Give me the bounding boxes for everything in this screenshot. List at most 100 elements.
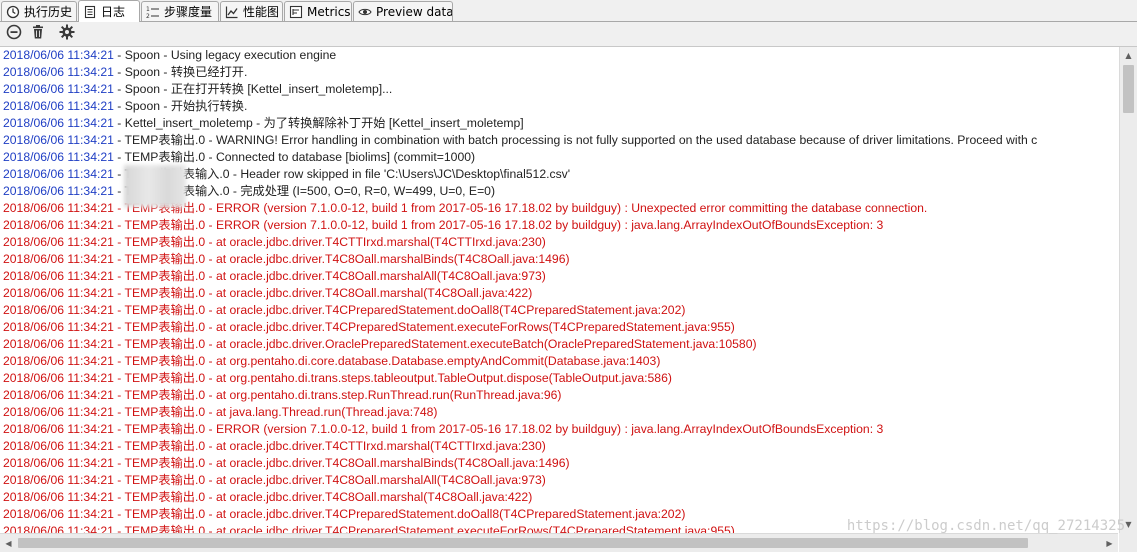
log-line: 2018/06/06 11:34:21 - TEMP表输出.0 - at ora… xyxy=(0,438,1118,455)
log-icon xyxy=(83,5,97,19)
log-line: 2018/06/06 11:34:21 - TEMP表输出.0 - at ora… xyxy=(0,336,1118,353)
log-timestamp: 2018/06/06 11:34:21 xyxy=(3,320,114,334)
horizontal-scrollbar[interactable]: ◀ ▶ xyxy=(0,533,1118,552)
tab-label: 日志 xyxy=(101,5,126,19)
log-timestamp: 2018/06/06 11:34:21 xyxy=(3,252,114,266)
log-line: 2018/06/06 11:34:21 - TEMP表输出.0 - WARNIN… xyxy=(0,132,1118,149)
log-settings-button[interactable] xyxy=(57,24,77,44)
log-line: 2018/06/06 11:34:21 - TEMP表输出.0 - ERROR … xyxy=(0,421,1118,438)
log-message: - Spoon - Using legacy execution engine xyxy=(113,48,337,62)
log-message: - TEMP表输出.0 - at oracle.jdbc.driver.T4CT… xyxy=(113,439,546,453)
vertical-scrollbar[interactable]: ▲ ▼ xyxy=(1119,47,1137,533)
log-timestamp: 2018/06/06 11:34:21 xyxy=(3,405,114,419)
gear-icon xyxy=(59,24,75,44)
log-line: 2018/06/06 11:34:21 - TEMP表输出.0 - Connec… xyxy=(0,149,1118,166)
log-message: - TEMP表输出.0 - at oracle.jdbc.driver.T4CT… xyxy=(113,235,546,249)
log-timestamp: 2018/06/06 11:34:21 xyxy=(3,354,114,368)
step-metrics-icon: 12 xyxy=(146,5,160,19)
log-message: - TEMP表输出.0 - Connected to database [bio… xyxy=(113,150,476,164)
log-line: 2018/06/06 11:34:21 - TEMP表输出.0 - at ora… xyxy=(0,285,1118,302)
log-timestamp: 2018/06/06 11:34:21 xyxy=(3,286,114,300)
log-message: - TEMP表输出.0 - at java.lang.Thread.run(Th… xyxy=(113,405,438,419)
tab-label: Metrics xyxy=(307,4,351,19)
log-line: 2018/06/06 11:34:21 - TEMP表输出.0 - at ora… xyxy=(0,268,1118,285)
horizontal-scroll-thumb[interactable] xyxy=(18,538,1028,548)
log-line: 2018/06/06 11:34:21 - TEMP表输出.0 - at org… xyxy=(0,370,1118,387)
log-timestamp: 2018/06/06 11:34:21 xyxy=(3,82,114,96)
tab-step-metrics[interactable]: 12 步骤度量 xyxy=(141,1,219,21)
tab-metrics[interactable]: Metrics xyxy=(284,1,352,21)
tab-performance-chart[interactable]: 性能图 xyxy=(220,1,283,21)
log-line: 2018/06/06 11:34:21 - TEMP表输出.0 - at ora… xyxy=(0,251,1118,268)
log-line: 2018/06/06 11:34:21 - TEMP表输出.0 - at ora… xyxy=(0,472,1118,489)
log-line: 2018/06/06 11:34:21 - Spoon - 转换已经打开. xyxy=(0,64,1118,81)
metrics-icon xyxy=(289,5,303,19)
log-timestamp: 2018/06/06 11:34:21 xyxy=(3,167,114,181)
log-line: 2018/06/06 11:34:21 - TEMP表输出.0 - at org… xyxy=(0,353,1118,370)
tab-log[interactable]: 日志 xyxy=(78,0,140,22)
log-message: - TEMP表输出.0 - at oracle.jdbc.driver.T4C8… xyxy=(113,456,570,470)
log-message: - TEMP表输出.0 - at oracle.jdbc.driver.T4C8… xyxy=(113,473,546,487)
tab-label: 执行历史 xyxy=(24,5,73,19)
log-timestamp: 2018/06/06 11:34:21 xyxy=(3,150,114,164)
log-line: 2018/06/06 11:34:21 - TEMP表输出.0 - at jav… xyxy=(0,404,1118,421)
log-message: - TEMP表输出.0 - at oracle.jdbc.driver.T4C8… xyxy=(113,269,546,283)
clear-log-button[interactable] xyxy=(28,25,48,43)
log-line: 2018/06/06 11:34:21 - TEMP表输出.0 - at ora… xyxy=(0,234,1118,251)
svg-text:2: 2 xyxy=(146,13,150,19)
log-panel: 2018/06/06 11:34:21 - Spoon - Using lega… xyxy=(0,46,1137,552)
log-message: - TEMP表输出.0 - at oracle.jdbc.driver.T4CP… xyxy=(113,507,686,521)
log-message: - TEMP表输出.0 - at oracle.jdbc.driver.T4CP… xyxy=(113,320,735,334)
tab-label: 步骤度量 xyxy=(164,5,213,19)
log-message: - TEMP表输出.0 - WARNING! Error handling in… xyxy=(113,133,1038,147)
log-line: 2018/06/06 11:34:21 - TEMP表输出.0 - at ora… xyxy=(0,302,1118,319)
tab-preview-data[interactable]: Preview data xyxy=(353,1,453,21)
vertical-scroll-thumb[interactable] xyxy=(1123,65,1134,113)
log-timestamp: 2018/06/06 11:34:21 xyxy=(3,99,114,113)
history-icon xyxy=(6,5,20,19)
log-timestamp: 2018/06/06 11:34:21 xyxy=(3,490,114,504)
log-timestamp: 2018/06/06 11:34:21 xyxy=(3,388,114,402)
log-message: - TEMP表输出.0 - ERROR (version 7.1.0.0-12,… xyxy=(113,201,928,215)
log-message: - Kettel_insert_moletemp - 为了转换解除补丁开始 [K… xyxy=(113,116,524,130)
log-message: - TEMP表输出.0 - at oracle.jdbc.driver.T4C8… xyxy=(113,490,533,504)
tab-bar: 执行历史 日志 12 步骤度量 性能图 Metrics Preview data xyxy=(0,0,1137,22)
log-message: - Spoon - 开始执行转换. xyxy=(113,99,248,113)
stop-button[interactable] xyxy=(4,24,24,44)
log-timestamp: 2018/06/06 11:34:21 xyxy=(3,422,114,436)
log-timestamp: 2018/06/06 11:34:21 xyxy=(3,524,114,533)
log-timestamp: 2018/06/06 11:34:21 xyxy=(3,218,114,232)
performance-chart-icon xyxy=(225,5,239,19)
log-text-area[interactable]: 2018/06/06 11:34:21 - Spoon - Using lega… xyxy=(0,47,1118,533)
log-timestamp: 2018/06/06 11:34:21 xyxy=(3,473,114,487)
log-message: - TEMP表输出.0 - at org.pentaho.di.core.dat… xyxy=(113,354,661,368)
preview-eye-icon xyxy=(358,5,372,19)
scroll-up-icon[interactable]: ▲ xyxy=(1120,47,1137,64)
scroll-right-icon[interactable]: ▶ xyxy=(1101,534,1118,552)
log-timestamp: 2018/06/06 11:34:21 xyxy=(3,337,114,351)
log-message: - TEMP表输出.0 - at org.pentaho.di.trans.st… xyxy=(113,371,672,385)
log-timestamp: 2018/06/06 11:34:21 xyxy=(3,439,114,453)
tab-label: Preview data xyxy=(376,4,453,19)
log-timestamp: 2018/06/06 11:34:21 xyxy=(3,456,114,470)
trash-icon xyxy=(30,24,46,44)
log-timestamp: 2018/06/06 11:34:21 xyxy=(3,507,114,521)
log-message: - TEMP表输出.0 - at oracle.jdbc.driver.T4CP… xyxy=(113,303,686,317)
log-message: - TEMP表输出.0 - ERROR (version 7.1.0.0-12,… xyxy=(113,218,884,232)
log-timestamp: 2018/06/06 11:34:21 xyxy=(3,116,114,130)
log-timestamp: 2018/06/06 11:34:21 xyxy=(3,235,114,249)
stop-icon xyxy=(6,24,22,44)
log-timestamp: 2018/06/06 11:34:21 xyxy=(3,65,114,79)
watermark: https://blog.csdn.net/qq_27214325 xyxy=(846,518,1125,534)
tab-execution-history[interactable]: 执行历史 xyxy=(1,1,77,21)
log-timestamp: 2018/06/06 11:34:21 xyxy=(3,133,114,147)
log-message: - Spoon - 转换已经打开. xyxy=(113,65,248,79)
log-timestamp: 2018/06/06 11:34:21 xyxy=(3,48,114,62)
log-message: - TEMP表输出.0 - at org.pentaho.di.trans.st… xyxy=(113,388,562,402)
scroll-left-icon[interactable]: ◀ xyxy=(0,534,17,552)
log-line: 2018/06/06 11:34:21 - Spoon - 正在打开转换 [Ke… xyxy=(0,81,1118,98)
log-timestamp: 2018/06/06 11:34:21 xyxy=(3,269,114,283)
log-message: - TEMP表输出.0 - at oracle.jdbc.driver.Orac… xyxy=(113,337,757,351)
log-timestamp: 2018/06/06 11:34:21 xyxy=(3,303,114,317)
svg-text:1: 1 xyxy=(146,6,150,13)
